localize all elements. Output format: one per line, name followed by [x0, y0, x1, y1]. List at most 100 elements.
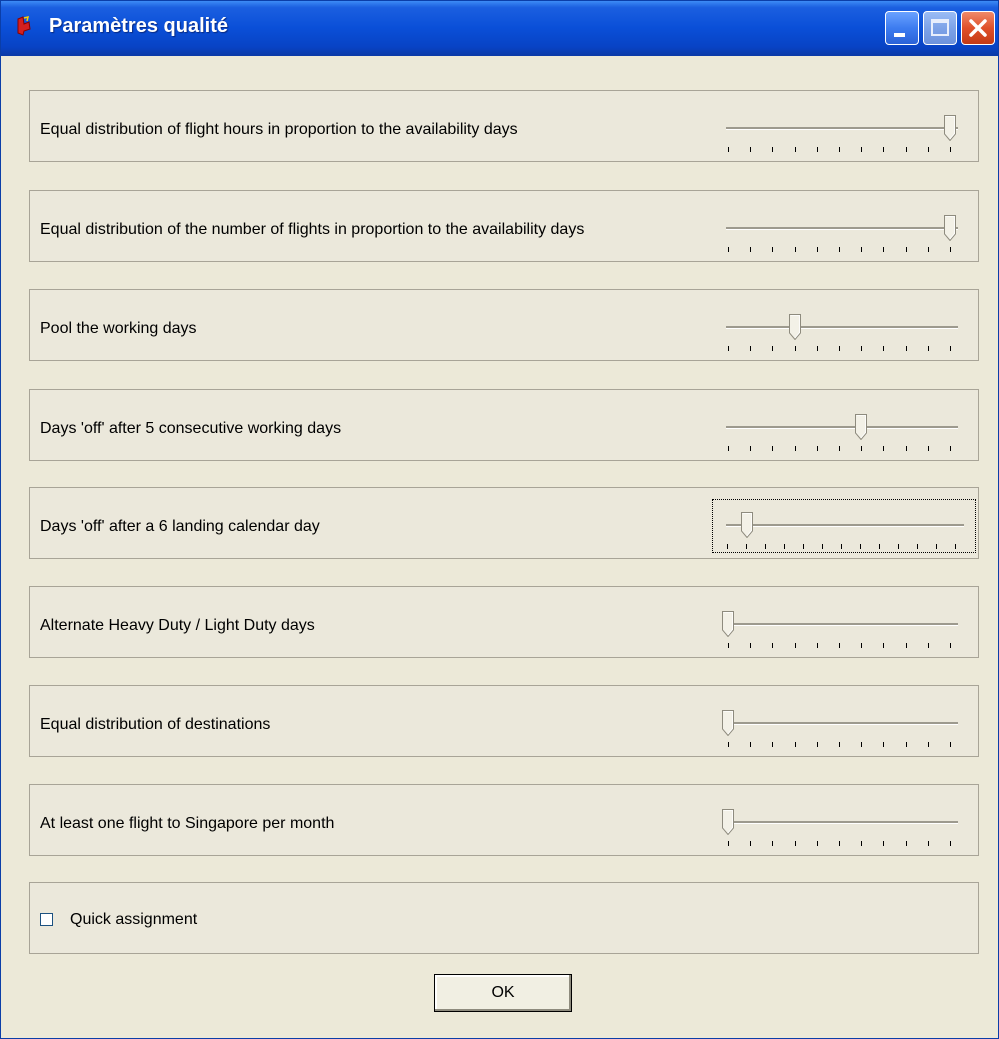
slider-tick: [817, 346, 818, 351]
slider-ticks: [728, 446, 960, 452]
setting-slider[interactable]: [720, 803, 965, 847]
slider-tick: [883, 841, 884, 846]
slider-tick: [728, 247, 729, 252]
slider-tick: [841, 544, 842, 549]
setting-label: At least one flight to Singapore per mon…: [40, 815, 335, 832]
slider-track[interactable]: [726, 227, 958, 230]
slider-tick: [795, 742, 796, 747]
setting-slider[interactable]: [720, 209, 965, 253]
setting-group: At least one flight to Singapore per mon…: [29, 784, 979, 856]
slider-tick: [906, 147, 907, 152]
slider-track[interactable]: [726, 821, 958, 824]
slider-tick: [839, 346, 840, 351]
setting-slider[interactable]: [720, 109, 965, 153]
slider-tick: [839, 742, 840, 747]
slider-tick: [906, 446, 907, 451]
slider-tick: [784, 544, 785, 549]
slider-tick: [728, 147, 729, 152]
title-bar[interactable]: Paramètres qualité: [1, 1, 998, 56]
slider-tick: [728, 742, 729, 747]
slider-thumb[interactable]: [722, 710, 734, 736]
slider-tick: [883, 147, 884, 152]
slider-thumb[interactable]: [944, 115, 956, 141]
slider-tick: [839, 643, 840, 648]
slider-tick: [750, 643, 751, 648]
slider-track[interactable]: [726, 524, 964, 527]
slider-tick: [839, 247, 840, 252]
slider-thumb[interactable]: [944, 215, 956, 241]
slider-tick: [906, 346, 907, 351]
slider-thumb[interactable]: [789, 314, 801, 340]
slider-tick: [950, 841, 951, 846]
slider-tick: [883, 346, 884, 351]
slider-tick: [750, 841, 751, 846]
maximize-button[interactable]: [923, 11, 957, 45]
setting-label: Alternate Heavy Duty / Light Duty days: [40, 617, 315, 634]
slider-tick: [906, 841, 907, 846]
window-title: Paramètres qualité: [49, 15, 228, 37]
setting-slider[interactable]: [720, 704, 965, 748]
slider-tick: [728, 841, 729, 846]
slider-tick: [879, 544, 880, 549]
slider-tick: [803, 544, 804, 549]
slider-tick: [817, 742, 818, 747]
slider-tick: [839, 147, 840, 152]
slider-tick: [727, 544, 728, 549]
minimize-button[interactable]: [885, 11, 919, 45]
app-icon: [17, 15, 31, 36]
slider-tick: [795, 247, 796, 252]
slider-tick: [950, 346, 951, 351]
setting-group: Equal distribution of the number of flig…: [29, 190, 979, 262]
slider-tick: [728, 446, 729, 451]
slider-tick: [772, 147, 773, 152]
setting-slider[interactable]: [720, 605, 965, 649]
setting-slider[interactable]: [720, 308, 965, 352]
dialog-window: Paramètres qualité Equal distribution of…: [0, 0, 999, 1039]
slider-tick: [861, 742, 862, 747]
slider-tick: [817, 643, 818, 648]
slider-thumb[interactable]: [722, 809, 734, 835]
slider-tick: [936, 544, 937, 549]
slider-tick: [883, 247, 884, 252]
close-icon: [969, 19, 987, 37]
slider-tick: [928, 346, 929, 351]
slider-tick: [950, 446, 951, 451]
slider-tick: [746, 544, 747, 549]
slider-thumb[interactable]: [855, 414, 867, 440]
quick-assignment-checkbox[interactable]: [40, 913, 53, 926]
setting-slider[interactable]: [712, 499, 976, 553]
slider-tick: [772, 247, 773, 252]
slider-tick: [928, 247, 929, 252]
slider-tick: [906, 643, 907, 648]
slider-track[interactable]: [726, 722, 958, 725]
slider-tick: [950, 147, 951, 152]
slider-tick: [750, 147, 751, 152]
slider-tick: [795, 841, 796, 846]
slider-ticks: [728, 346, 960, 352]
slider-tick: [839, 446, 840, 451]
quick-assignment-group: Quick assignment: [29, 882, 979, 954]
slider-tick: [795, 346, 796, 351]
setting-slider[interactable]: [720, 408, 965, 452]
slider-track[interactable]: [726, 426, 958, 429]
setting-group: Days 'off' after 5 consecutive working d…: [29, 389, 979, 461]
slider-tick: [750, 446, 751, 451]
slider-track[interactable]: [726, 623, 958, 626]
slider-thumb[interactable]: [722, 611, 734, 637]
slider-tick: [883, 742, 884, 747]
maximize-icon: [931, 19, 949, 36]
slider-tick: [950, 643, 951, 648]
slider-tick: [750, 247, 751, 252]
slider-tick: [817, 147, 818, 152]
slider-tick: [883, 643, 884, 648]
slider-track[interactable]: [726, 127, 958, 130]
slider-tick: [917, 544, 918, 549]
close-button[interactable]: [961, 11, 995, 45]
ok-button[interactable]: OK: [434, 974, 572, 1012]
slider-tick: [861, 346, 862, 351]
quick-assignment-label[interactable]: Quick assignment: [70, 911, 197, 929]
slider-tick: [817, 247, 818, 252]
slider-thumb[interactable]: [741, 512, 753, 538]
slider-tick: [772, 742, 773, 747]
slider-track[interactable]: [726, 326, 958, 329]
